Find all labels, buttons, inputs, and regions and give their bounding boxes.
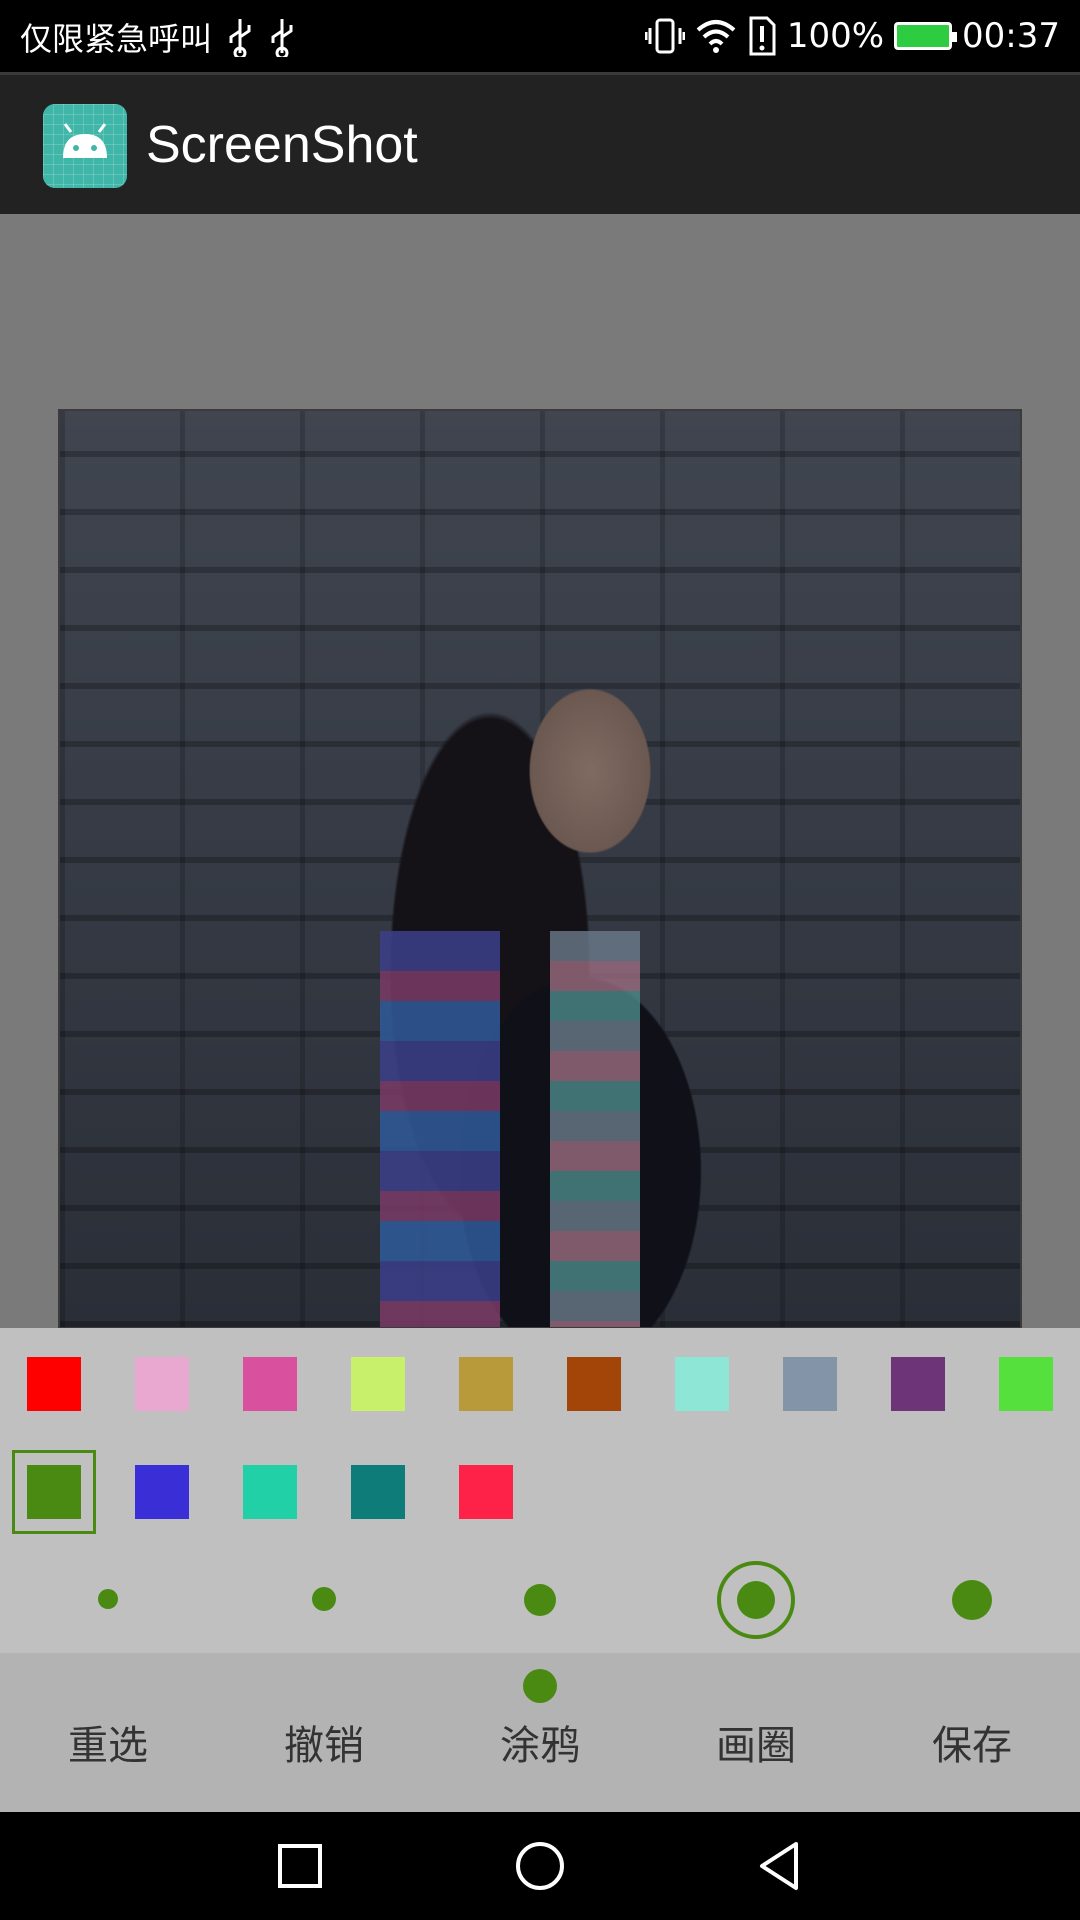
sim-alert-icon xyxy=(749,16,776,56)
color-swatch[interactable] xyxy=(459,1357,513,1411)
bottom-toolbar: 重选 撤销 涂鸦 画圈 保存 xyxy=(0,1653,1080,1812)
content-area xyxy=(0,214,1080,1328)
color-swatch[interactable] xyxy=(351,1465,405,1519)
brush-size-1[interactable] xyxy=(98,1589,118,1609)
usb-icon xyxy=(229,19,251,57)
carrier-text: 仅限紧急呼叫 xyxy=(20,20,213,58)
photo-canvas[interactable] xyxy=(58,409,1022,1328)
android-icon xyxy=(43,104,127,188)
color-swatch[interactable] xyxy=(783,1357,837,1411)
status-bar: 仅限紧急呼叫 100% 00:37 xyxy=(0,0,1080,72)
color-swatch[interactable] xyxy=(351,1357,405,1411)
app-title: ScreenShot xyxy=(146,116,418,174)
photo-detail xyxy=(550,931,640,1327)
color-swatch[interactable] xyxy=(999,1357,1053,1411)
usb-icon xyxy=(271,19,293,57)
home-icon[interactable] xyxy=(510,1836,570,1896)
clock: 00:37 xyxy=(962,16,1060,56)
brush-size-4[interactable] xyxy=(737,1581,775,1619)
color-palette xyxy=(0,1328,1080,1653)
color-swatch[interactable] xyxy=(459,1465,513,1519)
brush-size-5[interactable] xyxy=(952,1580,992,1620)
color-swatch[interactable] xyxy=(135,1465,189,1519)
battery-percent: 100% xyxy=(786,16,885,56)
back-icon[interactable] xyxy=(750,1836,810,1896)
brush-size-3[interactable] xyxy=(524,1584,556,1616)
tool-undo[interactable]: 撤销 xyxy=(216,1713,432,1771)
brush-size-2[interactable] xyxy=(312,1587,336,1611)
app-bar: ScreenShot xyxy=(0,72,1080,214)
tool-save[interactable]: 保存 xyxy=(864,1713,1080,1771)
color-swatch[interactable] xyxy=(135,1357,189,1411)
color-swatch[interactable] xyxy=(567,1357,621,1411)
tool-doodle[interactable]: 涂鸦 xyxy=(432,1713,648,1771)
status-right: 100% 00:37 xyxy=(644,12,1060,60)
battery-charging-icon xyxy=(894,22,958,50)
wifi-icon xyxy=(696,20,736,53)
photo-detail xyxy=(380,931,500,1327)
tool-circle[interactable]: 画圈 xyxy=(648,1713,864,1771)
color-swatch[interactable] xyxy=(891,1357,945,1411)
tool-reselect[interactable]: 重选 xyxy=(0,1713,216,1771)
color-swatch[interactable] xyxy=(675,1357,729,1411)
recent-apps-icon[interactable] xyxy=(270,1836,330,1896)
navigation-bar xyxy=(0,1812,1080,1920)
color-swatch[interactable] xyxy=(243,1465,297,1519)
color-swatch[interactable] xyxy=(243,1357,297,1411)
vibrate-icon xyxy=(644,18,685,54)
color-swatch-selected[interactable] xyxy=(12,1450,96,1534)
active-tool-indicator xyxy=(523,1669,557,1703)
color-swatch[interactable] xyxy=(27,1357,81,1411)
status-left: 仅限紧急呼叫 xyxy=(20,14,296,60)
